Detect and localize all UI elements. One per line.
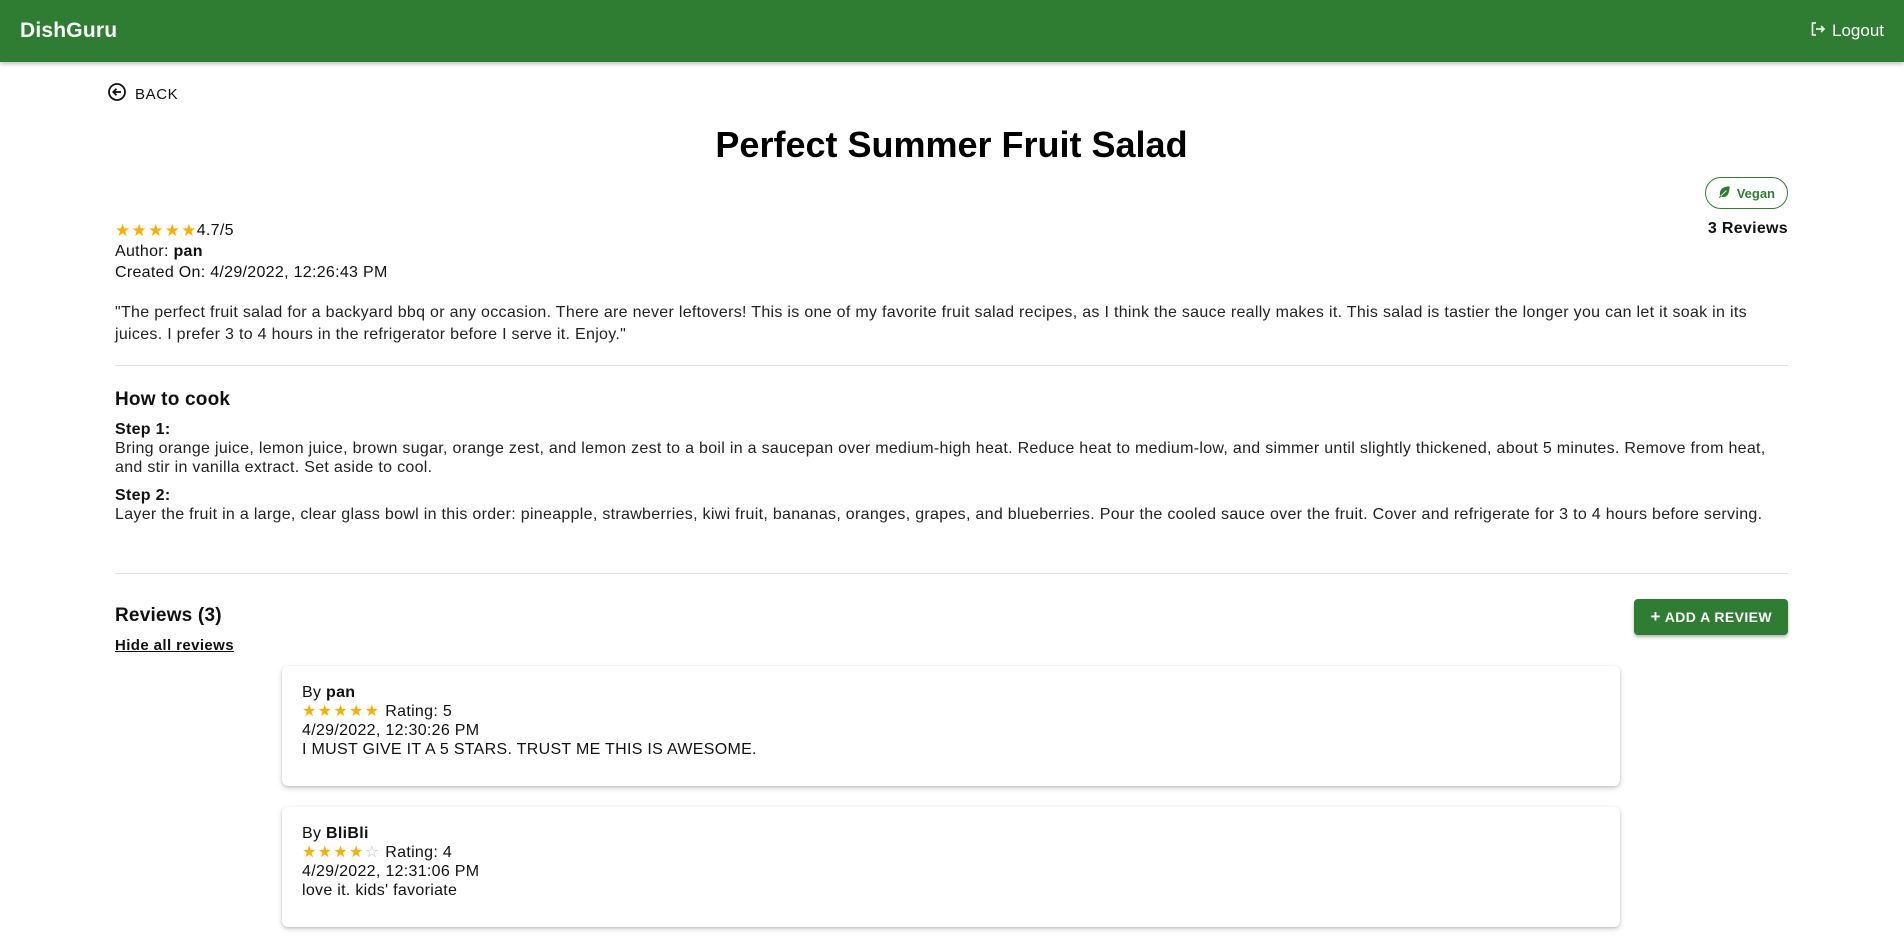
- back-button[interactable]: BACK: [107, 82, 178, 106]
- star-icon: ★: [302, 703, 317, 720]
- star-icon: ★: [317, 703, 333, 720]
- review-author: By pan: [302, 684, 356, 701]
- recipe-rating-label: 4.7/5: [196, 222, 234, 239]
- review-card: By pan ★ ★ ★ ★ ★ Rating: 5 4/29/2022, 12:30:…: [282, 666, 1620, 786]
- review-date: 4/29/2022, 12:30:26 PM: [302, 722, 480, 739]
- hide-reviews-link[interactable]: Hide all reviews: [115, 637, 234, 654]
- review-author: By BliBli: [302, 825, 369, 842]
- logout-label: Logout: [1832, 21, 1884, 40]
- star-icon: ★: [348, 844, 364, 861]
- star-icon: ★: [348, 703, 364, 720]
- review-count: 3 Reviews: [1707, 220, 1788, 237]
- app-bar: DishGuru Logout: [0, 0, 1904, 62]
- add-review-label: ADD A REVIEW: [1664, 609, 1772, 625]
- star-icon: ★: [333, 703, 348, 720]
- review-rating: ★ ★ ★ ★ ★ Rating: 5: [302, 702, 1600, 721]
- star-icon: ★: [164, 221, 181, 240]
- steps-list: Step 1: Bring orange juice, lemon juice,…: [115, 420, 1788, 533]
- recipe-rating-stars: ★ ★ ★ ★ ★: [115, 222, 197, 239]
- star-icon: ★: [148, 221, 164, 240]
- add-review-button[interactable]: + ADD A REVIEW: [1634, 599, 1788, 635]
- review-rating: ★ ★ ★ ★ ☆ Rating: 4: [302, 843, 1600, 862]
- star-icon: ★: [115, 221, 131, 240]
- review-user: BliBli: [326, 825, 369, 842]
- step-label: Step 1:: [115, 421, 171, 438]
- star-icon: ★: [302, 844, 317, 861]
- review-rating-label: Rating: 5: [385, 703, 453, 720]
- recipe-title: Perfect Summer Fruit Salad: [715, 124, 1188, 165]
- step-label: Step 2:: [115, 487, 171, 504]
- step-text: Layer the fruit in a large, clear glass …: [115, 506, 1763, 523]
- logout-button[interactable]: Logout: [1810, 21, 1884, 42]
- star-icon: ★: [333, 844, 348, 861]
- logout-icon: [1810, 21, 1826, 42]
- arrow-circle-left-icon: [107, 82, 127, 106]
- star-icon: ☆: [364, 844, 380, 861]
- review-date: 4/29/2022, 12:31:06 PM: [302, 863, 480, 880]
- divider: [115, 573, 1788, 574]
- star-icon: ★: [131, 221, 148, 240]
- review-rating-stars: ★ ★ ★ ★ ☆: [302, 844, 379, 861]
- recipe-description: "The perfect fruit salad for a backyard …: [115, 304, 1747, 343]
- reviews-title: Reviews (3): [115, 605, 222, 626]
- step-text: Bring orange juice, lemon juice, brown s…: [115, 440, 1766, 476]
- back-label: BACK: [135, 85, 179, 103]
- star-icon: ★: [181, 221, 197, 240]
- recipe-rating: ★ ★ ★ ★ ★ 4.7/5: [115, 220, 388, 241]
- leaf-icon: [1718, 185, 1731, 201]
- how-to-cook-title: How to cook: [115, 389, 231, 410]
- review-comment: I MUST GIVE IT A 5 STARS. TRUST ME THIS …: [302, 741, 757, 758]
- plus-icon: +: [1650, 607, 1661, 626]
- star-icon: ★: [364, 703, 380, 720]
- vegan-chip: Vegan: [1704, 177, 1788, 209]
- recipe-created: Created On: 4/29/2022, 12:26:43 PM: [115, 264, 388, 281]
- review-card: By BliBli ★ ★ ★ ★ ☆ Rating: 4 4/29/2022, 12:…: [282, 807, 1620, 927]
- divider: [115, 365, 1788, 366]
- recipe-author: Author: pan: [115, 243, 203, 260]
- vegan-label: Vegan: [1736, 185, 1775, 201]
- review-user: pan: [326, 684, 356, 701]
- star-icon: ★: [317, 844, 333, 861]
- step-item: Step 1: Bring orange juice, lemon juice,…: [115, 420, 1788, 477]
- brand-logo[interactable]: DishGuru: [20, 19, 117, 43]
- review-comment: love it. kids' favoriate: [302, 882, 458, 899]
- step-item: Step 2: Layer the fruit in a large, clea…: [115, 486, 1788, 524]
- recipe-meta: ★ ★ ★ ★ ★ 4.7/5 Author: pan Created On: 4/29…: [115, 220, 388, 283]
- author-name: pan: [173, 243, 203, 260]
- review-rating-stars: ★ ★ ★ ★ ★: [302, 703, 379, 720]
- review-rating-label: Rating: 4: [385, 844, 453, 861]
